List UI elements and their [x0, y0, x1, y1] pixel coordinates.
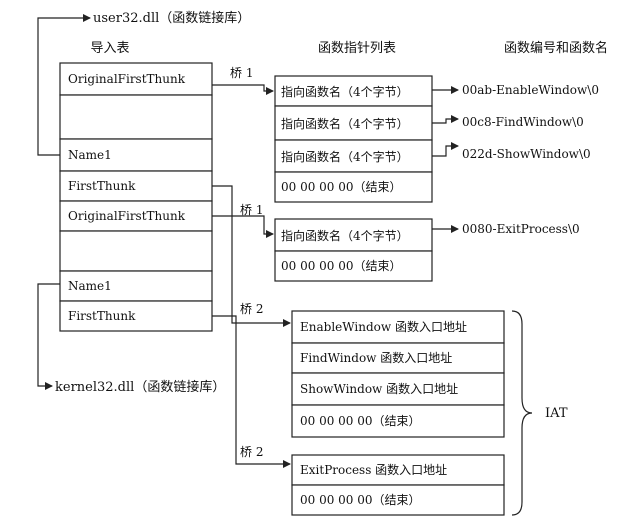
import-cell-2: [59, 94, 213, 140]
bridge-label: 桥 1: [240, 203, 263, 217]
import-cell-text: FirstThunk: [68, 179, 136, 193]
iat-cell-text: 00 00 00 00（结束）: [300, 493, 421, 507]
names-heading: 函数编号和函数名: [504, 40, 608, 56]
pointer-list-group-1: 指向函数名（4个字节） 指向函数名（4个字节） 指向函数名（4个字节） 00 0…: [274, 75, 433, 203]
import-cell-text: Name1: [68, 279, 112, 293]
iat-cell-text: ShowWindow 函数入口地址: [300, 381, 458, 396]
kernel32-dll-label: kernel32.dll（函数链接库）: [55, 379, 225, 395]
import-cell-6: [59, 230, 213, 272]
function-name: 00ab-EnableWindow\0: [462, 83, 599, 97]
import-table-heading: 导入表: [90, 41, 129, 56]
iat-cell-text: 00 00 00 00（结束）: [300, 414, 421, 428]
import-cell-text: OriginalFirstThunk: [68, 209, 186, 223]
bridge-label: 桥 2: [240, 302, 263, 316]
iat-group-1: EnableWindow 函数入口地址 FindWindow 函数入口地址 Sh…: [291, 310, 505, 438]
iat-brace: [511, 310, 533, 516]
arrow-bridge1-b: [212, 215, 274, 238]
user32-dll-label: user32.dll（函数链接库）: [93, 10, 250, 26]
arrow-bridge1-a: [212, 84, 274, 95]
pointer-list-group-2: 指向函数名（4个字节） 00 00 00 00（结束）: [274, 218, 433, 282]
bridge-label: 桥 1: [230, 66, 253, 80]
iat-cell-text: ExitProcess 函数入口地址: [300, 462, 447, 477]
function-name: 00c8-FindWindow\0: [462, 115, 584, 129]
import-cell-text: Name1: [68, 148, 112, 162]
import-cell-text: OriginalFirstThunk: [68, 72, 186, 86]
pointer-list-heading: 函数指针列表: [318, 41, 396, 56]
import-cell-text: FirstThunk: [68, 309, 136, 323]
iat-cell-text: FindWindow 函数入口地址: [300, 350, 452, 365]
arrow-name1-kernel32: [37, 283, 60, 390]
iat-group-2: ExitProcess 函数入口地址 00 00 00 00（结束）: [291, 454, 505, 516]
pointer-cell-text: 00 00 00 00（结束）: [281, 180, 402, 194]
pointer-cell-text: 指向函数名（4个字节）: [281, 116, 409, 131]
arrow-to-findwindow: [432, 115, 459, 124]
import-table: OriginalFirstThunk Name1 FirstThunk Orig…: [59, 62, 213, 332]
pointer-cell-text: 指向函数名（4个字节）: [281, 84, 409, 99]
iat-cell-text: EnableWindow 函数入口地址: [300, 319, 467, 334]
pointer-cell-text: 指向函数名（4个字节）: [281, 149, 409, 164]
function-name: 022d-ShowWindow\0: [462, 147, 591, 161]
iat-label: IAT: [545, 406, 568, 421]
import-table-diagram: 导入表 函数指针列表 函数编号和函数名 user32.dll（函数链接库） ke…: [37, 10, 608, 516]
bridge-label: 桥 2: [240, 445, 263, 459]
function-name: 0080-ExitProcess\0: [462, 222, 580, 236]
pointer-cell-text: 00 00 00 00（结束）: [281, 259, 402, 273]
arrow-to-showwindow: [432, 142, 459, 157]
pointer-cell-text: 指向函数名（4个字节）: [281, 228, 409, 243]
